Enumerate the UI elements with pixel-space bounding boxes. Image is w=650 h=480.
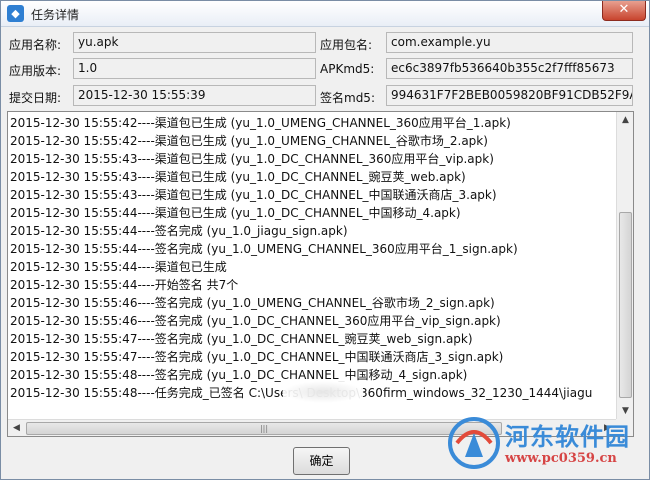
package-name-field[interactable]: com.example.yu <box>386 32 633 53</box>
scroll-left-icon[interactable]: ◀ <box>9 421 24 436</box>
shield-icon: ◆ <box>7 5 24 22</box>
task-detail-dialog: ◆ 任务详情 ✕ 应用名称: yu.apk 应用包名: com.example.… <box>0 0 650 480</box>
horizontal-scroll-thumb[interactable]: ||| <box>26 422 502 435</box>
ok-button[interactable]: 确定 <box>293 447 350 475</box>
package-name-label: 应用包名: <box>320 38 373 52</box>
log-line: 2015-12-30 15:55:47----签名完成 (yu_1.0_DC_C… <box>10 350 504 364</box>
watermark-logo-icon <box>448 417 500 469</box>
log-line: 2015-12-30 15:55:47----签名完成 (yu_1.0_DC_C… <box>10 332 473 346</box>
app-version-field[interactable]: 1.0 <box>73 58 316 79</box>
scroll-up-icon[interactable]: ▲ <box>618 113 633 128</box>
log-line: 2015-12-30 15:55:43----渠道包已生成 (yu_1.0_DC… <box>10 152 494 166</box>
grip-icon: ||| <box>259 424 269 433</box>
log-line: 2015-12-30 15:55:43----渠道包已生成 (yu_1.0_DC… <box>10 170 466 184</box>
app-name-field[interactable]: yu.apk <box>73 32 316 53</box>
apk-md5-field[interactable]: ec6c3897fb536640b355c2f7fff85673 <box>386 58 633 79</box>
log-line: 2015-12-30 15:55:46----签名完成 (yu_1.0_DC_C… <box>10 314 501 328</box>
app-version-label: 应用版本: <box>9 64 62 78</box>
submit-date-field[interactable]: 2015-12-30 15:55:39 <box>73 85 316 106</box>
sign-md5-field[interactable]: 994631F7F2BEB0059820BF91CDB52F9A <box>386 85 633 106</box>
log-text[interactable]: 2015-12-30 15:55:42----渠道包已生成 (yu_1.0_UM… <box>10 114 615 419</box>
log-line: 2015-12-30 15:55:44----签名完成 (yu_1.0_UMEN… <box>10 242 518 256</box>
vertical-scrollbar[interactable]: ▲ ▼ <box>616 112 633 420</box>
vertical-scroll-thumb[interactable] <box>619 212 632 398</box>
apk-md5-label: APKmd5: <box>320 62 375 76</box>
close-button[interactable]: ✕ <box>602 1 646 21</box>
submit-date-label: 提交日期: <box>9 91 62 105</box>
watermark: 河东软件园 www.pc0359.cn <box>447 413 647 477</box>
watermark-url: www.pc0359.cn <box>505 451 617 466</box>
log-line: 2015-12-30 15:55:44----渠道包已生成 (yu_1.0_DC… <box>10 206 461 220</box>
log-line: 2015-12-30 15:55:43----渠道包已生成 (yu_1.0_DC… <box>10 188 497 202</box>
sign-md5-label: 签名md5: <box>320 91 375 105</box>
log-line: 2015-12-30 15:55:46----签名完成 (yu_1.0_UMEN… <box>10 296 495 310</box>
window-title: 任务详情 <box>31 8 80 22</box>
log-line: 2015-12-30 15:55:42----渠道包已生成 (yu_1.0_UM… <box>10 134 488 148</box>
app-name-label: 应用名称: <box>9 38 62 52</box>
blur-mask <box>283 381 363 403</box>
watermark-name: 河东软件园 <box>505 422 630 451</box>
log-line: 2015-12-30 15:55:44----渠道包已生成 <box>10 260 227 274</box>
log-line: 2015-12-30 15:55:42----渠道包已生成 (yu_1.0_UM… <box>10 116 511 130</box>
log-line: 2015-12-30 15:55:44----签名完成 (yu_1.0_jiag… <box>10 224 348 238</box>
title-bar[interactable]: ◆ 任务详情 ✕ <box>1 1 649 27</box>
log-line: 2015-12-30 15:55:44----开始签名 共7个 <box>10 278 239 292</box>
